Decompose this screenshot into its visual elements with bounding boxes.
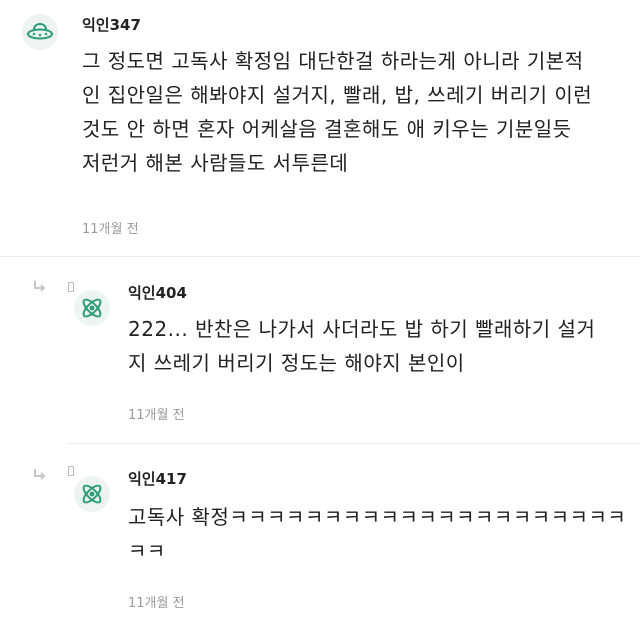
reply-marker-icon — [68, 466, 74, 476]
comment-line: 것도 안 하면 혼자 어케살음 결혼해도 애 키우는 기분일듯 — [82, 117, 572, 141]
comment-line: 인 집안일은 해봐야지 설거지, 빨래, 밥, 쓰레기 버리기 이런 — [82, 83, 593, 107]
comment-body: 그 정도면 고독사 확정임 대단한걸 하라는게 아니라 기본적 인 집안일은 해… — [82, 44, 592, 180]
divider — [0, 256, 640, 257]
comment-body: 222... 반찬은 나가서 사더라도 밥 하기 빨래하기 설거 지 쓰레기 버… — [128, 312, 595, 380]
comment-body: 고독사 확정ㅋㅋㅋㅋㅋㅋㅋㅋㅋㅋㅋㅋㅋㅋㅋㅋㅋㅋㅋㅋㅋ ㅋㅋ — [128, 500, 626, 568]
comment-line: 그 정도면 고독사 확정임 대단한걸 하라는게 아니라 기본적 — [82, 49, 584, 73]
atom-icon — [82, 484, 102, 504]
reply-arrow-icon — [32, 280, 46, 298]
comment-line: ㅋㅋ — [128, 539, 166, 563]
avatar[interactable] — [22, 14, 58, 50]
comment-line: 222... 반찬은 나가서 사더라도 밥 하기 빨래하기 설거 — [128, 317, 596, 341]
comment-time: 11개월 전 — [128, 596, 185, 611]
comment-line: 고독사 확정ㅋㅋㅋㅋㅋㅋㅋㅋㅋㅋㅋㅋㅋㅋㅋㅋㅋㅋㅋㅋㅋ — [128, 505, 627, 529]
comment-time: 11개월 전 — [128, 408, 185, 423]
ufo-icon — [27, 23, 53, 40]
comment-author[interactable]: 익인347 — [82, 14, 141, 35]
comment-author[interactable]: 익인404 — [128, 282, 187, 303]
comment-line: 저런거 해본 사람들도 서투른데 — [82, 151, 349, 175]
divider — [68, 443, 640, 444]
avatar[interactable] — [74, 290, 110, 326]
avatar[interactable] — [74, 476, 110, 512]
comment-time: 11개월 전 — [82, 222, 139, 237]
atom-icon — [82, 298, 102, 318]
reply-arrow-icon — [32, 468, 46, 486]
comment-line: 지 쓰레기 버리기 정도는 해야지 본인이 — [128, 351, 465, 375]
reply-marker-icon — [68, 282, 74, 292]
comment-author[interactable]: 익인417 — [128, 468, 187, 489]
